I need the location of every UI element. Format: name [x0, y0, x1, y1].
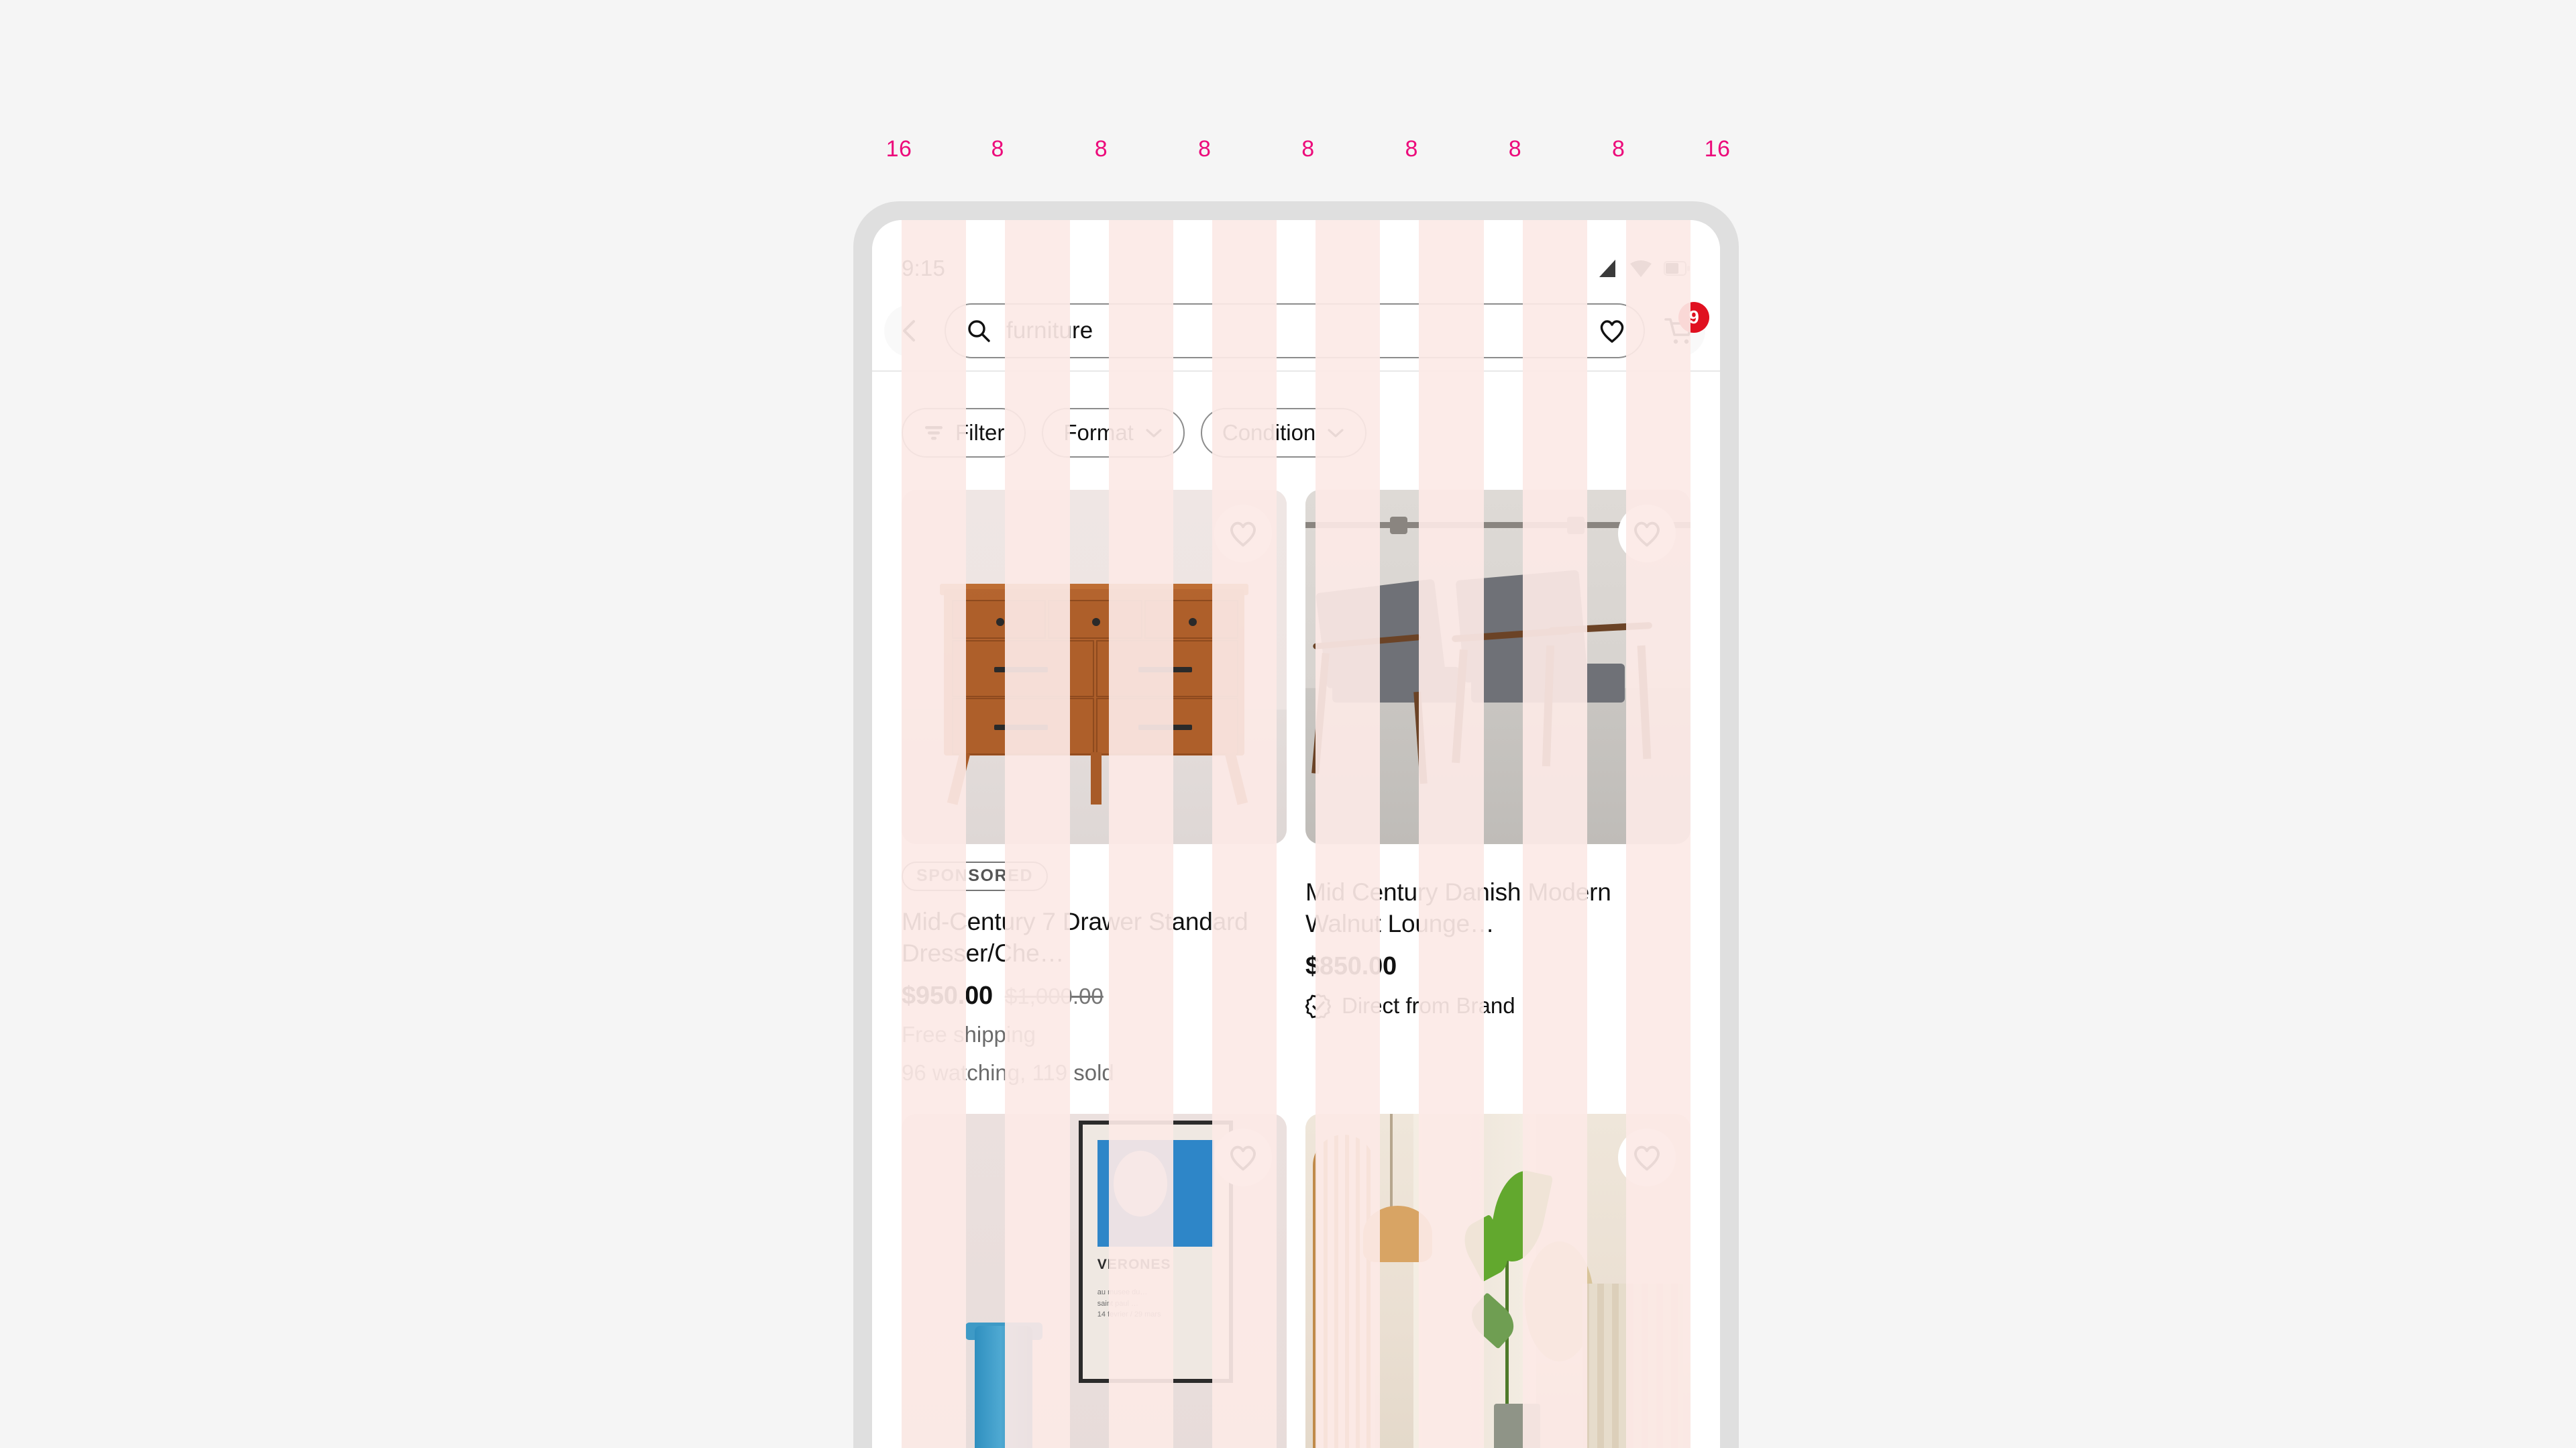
product-title: Mid-Century 7 Drawer Standard Dresser/Ch… — [902, 908, 1248, 968]
phone-frame: 9:15 furniture 9 Filter Format Condition… — [853, 201, 1739, 1448]
product-grid: SPONSORED Mid-Century 7 Drawer Standard … — [872, 458, 1720, 1448]
price-row: $950.00 $1,000.00 — [902, 982, 1287, 1011]
filter-chip-filter[interactable]: Filter — [902, 408, 1026, 458]
product-image-chairs[interactable] — [1305, 490, 1690, 844]
cart-badge: 9 — [1678, 302, 1709, 333]
grid-ruler-label: 8 — [1301, 136, 1315, 162]
product-image-boho-room[interactable] — [1305, 1113, 1690, 1448]
screen-content: 9:15 furniture 9 Filter Format Condition… — [872, 220, 1720, 1448]
grid-ruler-label: 8 — [991, 136, 1004, 162]
grid-ruler-label: 8 — [1405, 136, 1418, 162]
product-card[interactable] — [1305, 1113, 1690, 1448]
filter-chip-label: Filter — [955, 420, 1005, 445]
product-image-dresser[interactable] — [902, 490, 1287, 844]
search-value: furniture — [1006, 317, 1093, 344]
condition-chip-label: Condition — [1222, 420, 1316, 445]
grid-ruler-label: 8 — [1198, 136, 1212, 162]
heart-icon — [1230, 1145, 1256, 1171]
activity-info: 96 watching, 119 sold — [902, 1059, 1114, 1085]
poster-lines: au musee du… saint paul … 14 fevrier / 2… — [1097, 1288, 1161, 1319]
grid-ruler-label: 16 — [885, 136, 912, 162]
heart-icon — [1230, 521, 1256, 547]
poster-title: VERONES — [1097, 1257, 1171, 1272]
direct-from-brand-badge: Direct from Brand — [1305, 993, 1690, 1019]
product-title: Mid Century Danish Modern Walnut Lounge… — [1305, 878, 1611, 938]
chevron-down-icon — [1144, 426, 1163, 439]
save-item-button[interactable] — [1618, 1128, 1676, 1186]
wifi-icon — [1629, 258, 1653, 278]
product-card[interactable]: VERONES au musee du… saint paul … 14 fev… — [902, 1113, 1287, 1448]
filter-chip-condition[interactable]: Condition — [1200, 408, 1367, 458]
grid-ruler-label: 8 — [1094, 136, 1108, 162]
chevron-left-icon — [903, 320, 915, 342]
heart-icon — [1633, 521, 1660, 547]
grid-ruler-label: 8 — [1612, 136, 1625, 162]
phone-screen: 9:15 furniture 9 Filter Format Condition… — [872, 220, 1720, 1448]
heart-icon — [1633, 1145, 1660, 1171]
direct-from-brand-label: Direct from Brand — [1342, 992, 1515, 1018]
price-row: $850.00 — [1305, 952, 1690, 981]
filter-icon — [923, 423, 945, 443]
filter-chip-format[interactable]: Format — [1042, 408, 1185, 458]
grid-ruler: 16 8 8 8 8 8 8 8 16 — [865, 138, 1744, 178]
battery-icon — [1664, 260, 1690, 276]
cellular-signal-icon — [1595, 258, 1618, 278]
sponsored-badge: SPONSORED — [902, 862, 1049, 891]
product-price: $850.00 — [1305, 951, 1397, 980]
heart-icon[interactable] — [1598, 317, 1626, 344]
product-card[interactable]: SPONSORED Mid-Century 7 Drawer Standard … — [902, 490, 1287, 1087]
status-time: 9:15 — [902, 256, 946, 280]
product-original-price: $1,000.00 — [1004, 983, 1104, 1009]
search-icon — [966, 318, 991, 344]
status-icons — [1595, 258, 1690, 278]
screenshot-stage: 16 8 8 8 8 8 8 8 16 9:15 furniture 9 Fil… — [0, 0, 2576, 1448]
product-card[interactable]: Mid Century Danish Modern Walnut Lounge…… — [1305, 490, 1690, 1087]
verified-icon — [1305, 993, 1331, 1019]
search-input[interactable]: furniture — [945, 303, 1645, 358]
save-item-button[interactable] — [1214, 505, 1272, 562]
filter-chip-row: Filter Format Condition — [872, 372, 1720, 458]
product-image-vase[interactable]: VERONES au musee du… saint paul … 14 fev… — [902, 1113, 1287, 1448]
grid-ruler-label: 16 — [1704, 136, 1731, 162]
cart-button[interactable]: 9 — [1653, 302, 1709, 357]
save-item-button[interactable] — [1214, 1128, 1272, 1186]
back-button[interactable] — [884, 305, 936, 357]
grid-ruler-label: 8 — [1508, 136, 1522, 162]
chevron-down-icon — [1326, 426, 1345, 439]
status-bar: 9:15 — [872, 220, 1720, 291]
format-chip-label: Format — [1063, 420, 1134, 445]
search-header: furniture 9 — [872, 291, 1720, 370]
product-price: $950.00 — [902, 981, 993, 1010]
shipping-info: Free shipping — [902, 1021, 1036, 1047]
save-item-button[interactable] — [1618, 505, 1676, 562]
